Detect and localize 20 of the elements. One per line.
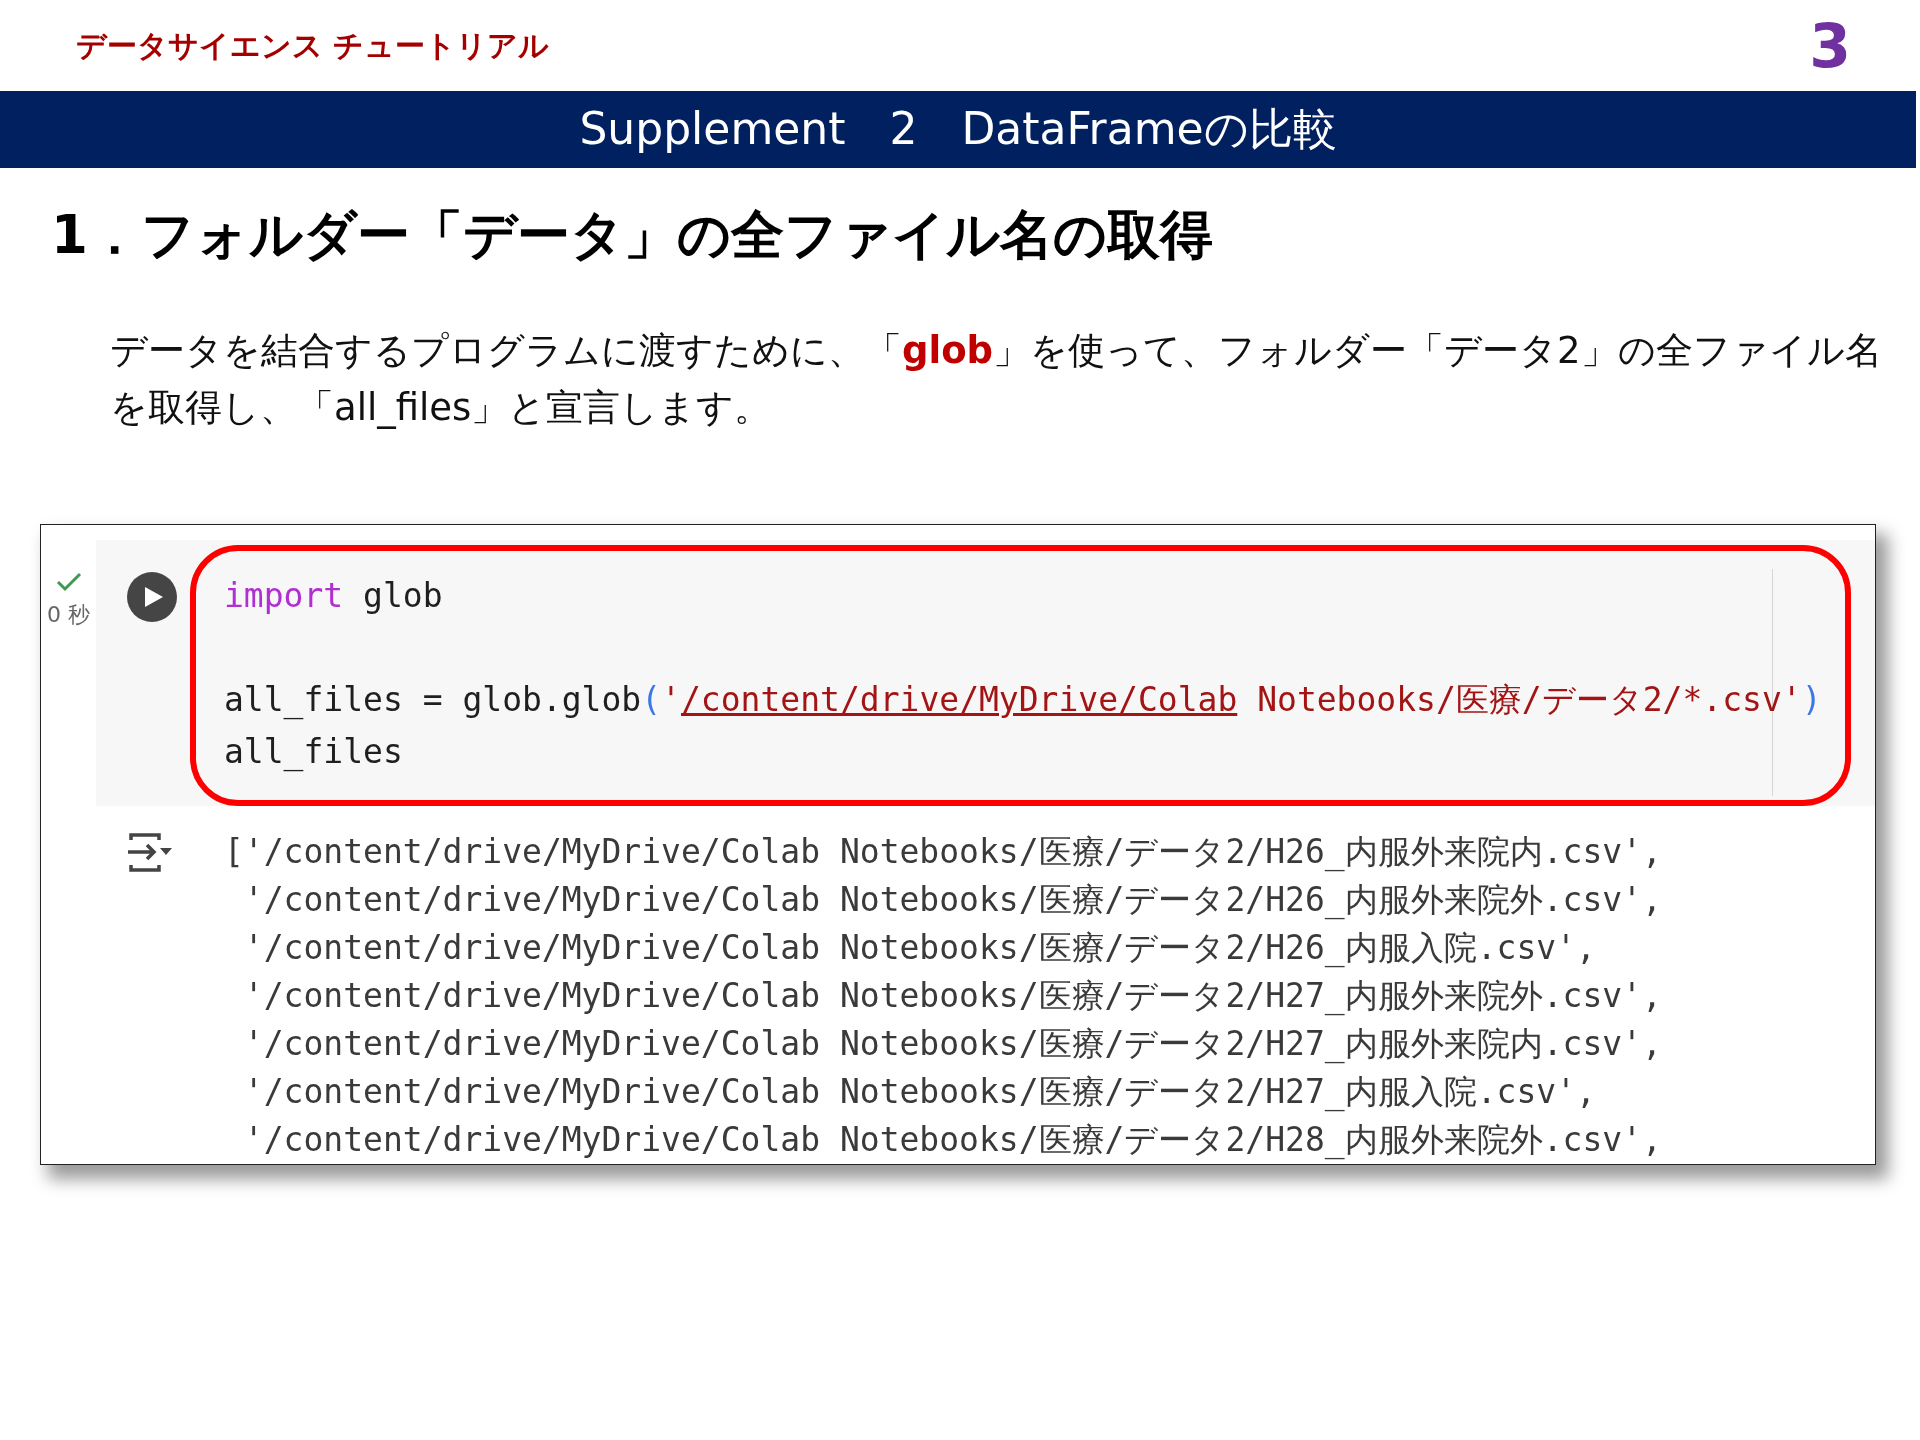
- output-line: '/content/drive/MyDrive/Colab Notebooks/医療/データ2/H26_内服入院.csv',: [243, 927, 1596, 970]
- output-line: '/content/drive/MyDrive/Colab Notebooks/医療/データ2/H27_内服入院.csv',: [243, 1071, 1596, 1114]
- section-heading: 1．フォルダー「データ」の全ファイル名の取得: [51, 203, 1213, 267]
- course-title: データサイエンス チュートリアル: [76, 27, 550, 64]
- instruction-paragraph: データを結合するプログラムに渡すために、「glob」を使って、フォルダー「データ2」の全ファイル名を取得し、「all_files」と宣言します。: [110, 328, 1883, 431]
- slide-title: Supplement 2 DataFrameの比較: [579, 103, 1337, 156]
- run-duration: 0 秒: [47, 602, 90, 628]
- code-line: all_files: [224, 731, 403, 774]
- code-line: all_files = glob.glob('/content/drive/MyDrive/Colab Notebooks/医療/データ2/*.csv'): [224, 679, 1822, 722]
- play-icon: [145, 587, 163, 607]
- code-line: import glob: [224, 575, 443, 617]
- path-link[interactable]: /content/drive/MyDrive/Colab: [681, 680, 1238, 719]
- run-button[interactable]: [127, 572, 177, 622]
- output-line: ['/content/drive/MyDrive/Colab Notebooks/医療/データ2/H26_内服外来院内.csv',: [224, 831, 1662, 874]
- output-line: '/content/drive/MyDrive/Colab Notebooks/医療/データ2/H28_内服外来院外.csv',: [243, 1119, 1662, 1162]
- output-line: '/content/drive/MyDrive/Colab Notebooks/医療/データ2/H27_内服外来院内.csv',: [243, 1023, 1662, 1066]
- page-number: 3: [1809, 15, 1851, 76]
- output-line: '/content/drive/MyDrive/Colab Notebooks/医療/データ2/H27_内服外来院外.csv',: [243, 975, 1662, 1018]
- arrow-caret-icon[interactable]: [125, 831, 174, 874]
- output-line: '/content/drive/MyDrive/Colab Notebooks/医療/データ2/H26_内服外来院外.csv',: [243, 879, 1662, 922]
